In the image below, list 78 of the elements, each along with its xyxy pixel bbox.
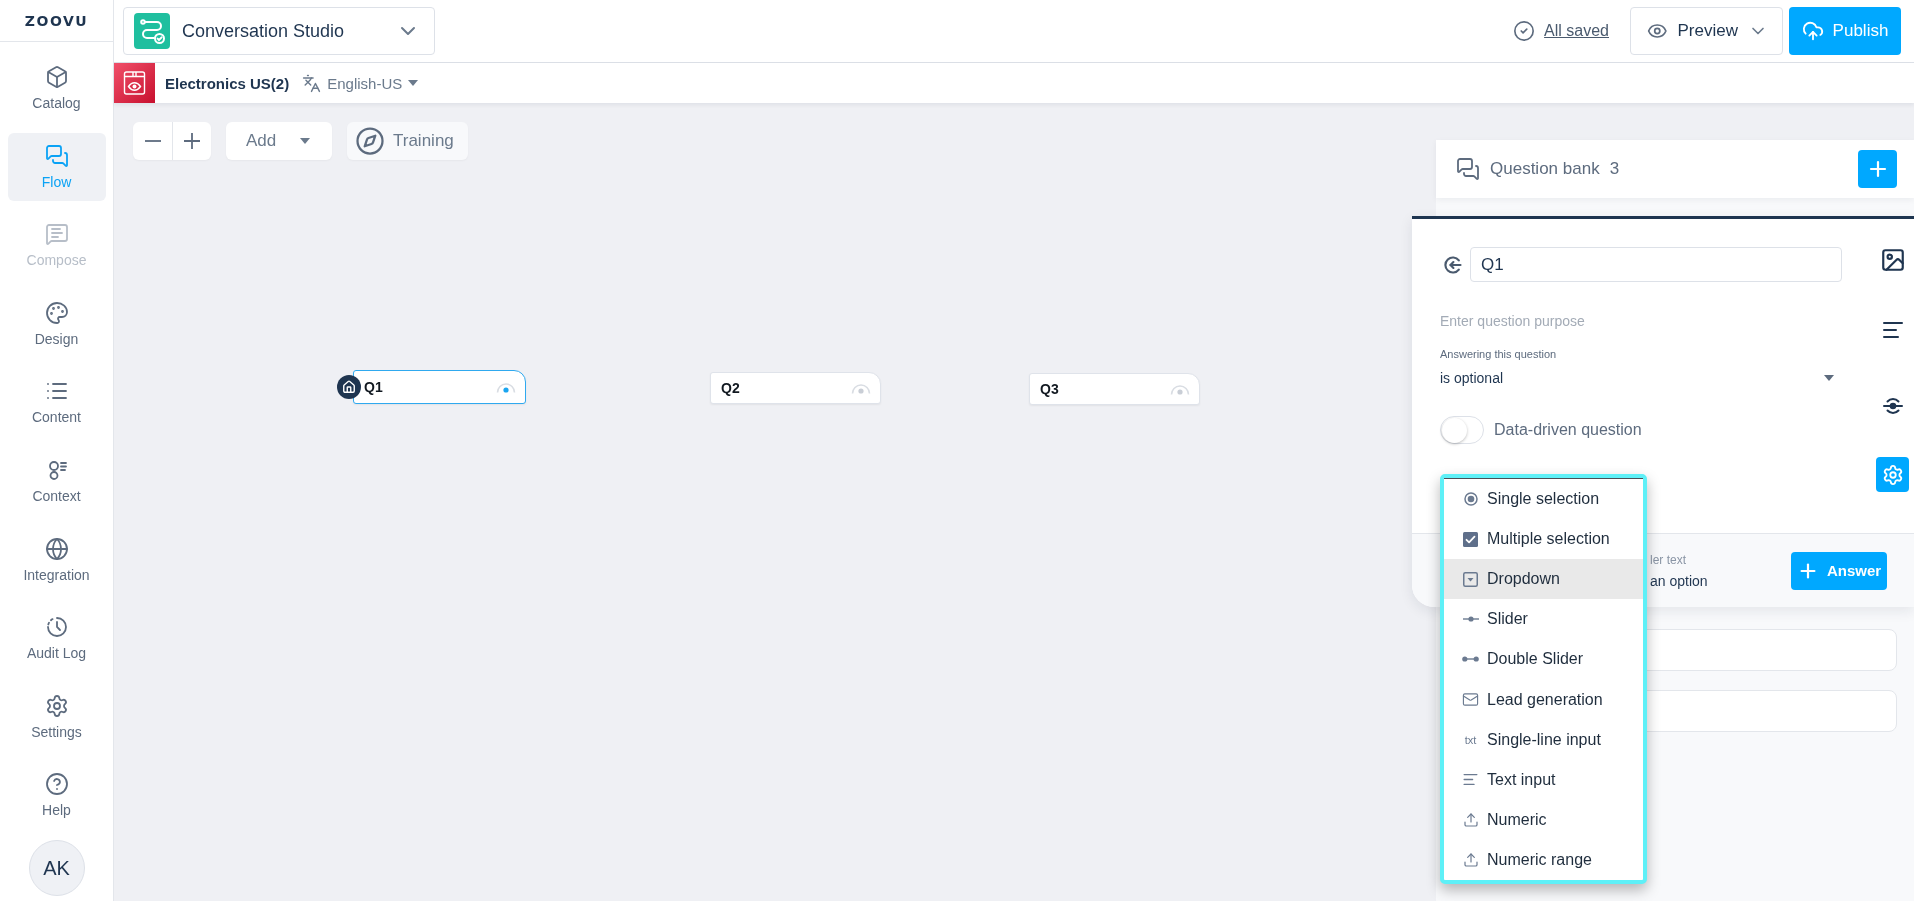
check-circle-icon xyxy=(1513,20,1536,42)
add-question-button[interactable] xyxy=(1858,150,1897,188)
answer-type-option[interactable]: Multiple selection xyxy=(1444,519,1643,560)
question-bank-title: Question bank xyxy=(1490,159,1600,179)
globe-icon xyxy=(44,536,69,561)
answer-type-option[interactable]: Single selection xyxy=(1444,479,1643,520)
chat-bubbles-icon xyxy=(1456,157,1480,181)
all-saved-link[interactable]: All saved xyxy=(1513,20,1609,42)
question-count: 3 xyxy=(1609,159,1620,179)
settings-button[interactable] xyxy=(1876,457,1909,492)
radio-indicator-icon xyxy=(1170,383,1190,395)
brand-logo: ZOOVU xyxy=(24,12,89,29)
toggle-label: Data-driven question xyxy=(1494,421,1642,439)
nav-item[interactable]: Catalog xyxy=(7,54,106,122)
add-dropdown[interactable]: Add xyxy=(226,122,332,160)
double-slider-icon xyxy=(1462,656,1479,663)
node-label: Q2 xyxy=(721,380,740,396)
caret-icon xyxy=(300,138,310,144)
radio-icon xyxy=(1463,492,1478,507)
checkbox-icon xyxy=(1463,531,1478,547)
answering-select[interactable]: is optional xyxy=(1440,367,1834,389)
caret-icon xyxy=(1824,375,1834,381)
toggle-switch[interactable] xyxy=(1440,416,1484,444)
answer-type-option[interactable]: Slider xyxy=(1444,599,1643,640)
field-label: Answering this question xyxy=(1440,348,1557,360)
nav-item[interactable]: Help xyxy=(7,761,106,830)
node-label: Q1 xyxy=(364,379,383,395)
option-text: an option xyxy=(1650,572,1708,589)
language-dropdown[interactable]: English-US xyxy=(302,73,419,93)
catalog-name: Electronics US(2) xyxy=(165,74,290,92)
radio-indicator-icon xyxy=(851,382,871,394)
help-icon xyxy=(44,772,69,797)
training-button[interactable]: Training xyxy=(347,122,468,160)
route-app-icon xyxy=(134,13,170,49)
txt-icon: txt xyxy=(1464,733,1477,746)
translate-icon xyxy=(302,73,322,93)
answer-type-option[interactable]: Double Slider xyxy=(1444,639,1643,680)
upload-icon xyxy=(1462,811,1479,828)
answer-type-option[interactable]: Dropdown xyxy=(1444,559,1643,600)
dropdown-icon xyxy=(1463,571,1478,587)
palette-icon xyxy=(44,300,69,325)
nav-item[interactable]: Design xyxy=(7,289,106,358)
preview-button[interactable]: Preview xyxy=(1630,7,1783,55)
settings-icon xyxy=(44,693,69,718)
node-label: Q3 xyxy=(1040,381,1059,397)
compass-icon xyxy=(355,126,385,156)
minus-icon xyxy=(144,140,161,142)
question-node[interactable]: Q1 xyxy=(353,370,526,404)
purpose-field[interactable]: Enter question purpose xyxy=(1440,309,1842,333)
chat-bubbles-icon xyxy=(44,143,69,168)
caret-icon xyxy=(408,80,419,86)
cloud-upload-icon xyxy=(1801,20,1824,42)
answer-type-option[interactable]: Numeric xyxy=(1444,799,1643,840)
settings-icon xyxy=(1881,463,1904,486)
plus-icon xyxy=(184,133,200,149)
nav-item[interactable]: Audit Log xyxy=(7,604,106,673)
question-node[interactable]: Q2 xyxy=(710,372,881,404)
envelope-icon xyxy=(1462,691,1479,708)
user-avatar[interactable]: AK xyxy=(28,840,85,897)
image-icon[interactable] xyxy=(1879,247,1906,273)
upload-icon xyxy=(1462,851,1479,868)
nav-item[interactable]: Settings xyxy=(7,682,106,751)
answer-type-option[interactable]: txt Single-line input xyxy=(1444,719,1643,760)
question-name-field[interactable]: Q1 xyxy=(1470,247,1842,282)
clock-icon xyxy=(44,615,69,640)
nav-item[interactable]: Context xyxy=(7,446,106,515)
app-switcher[interactable]: Conversation Studio xyxy=(123,7,435,55)
cube-icon xyxy=(44,65,69,89)
answer-type-option[interactable]: Lead generation xyxy=(1444,679,1643,720)
message-icon xyxy=(44,222,69,247)
nav-item[interactable]: Integration xyxy=(7,525,106,594)
question-node[interactable]: Q3 xyxy=(1029,373,1200,405)
hint-text: ler text xyxy=(1650,552,1687,567)
answer-type-option[interactable]: Numeric range xyxy=(1444,839,1643,880)
radio-indicator-icon xyxy=(496,381,516,393)
slider-icon xyxy=(1462,616,1479,623)
nav-item[interactable]: Content xyxy=(7,368,106,437)
answer-type-option[interactable]: Text input xyxy=(1444,759,1643,800)
